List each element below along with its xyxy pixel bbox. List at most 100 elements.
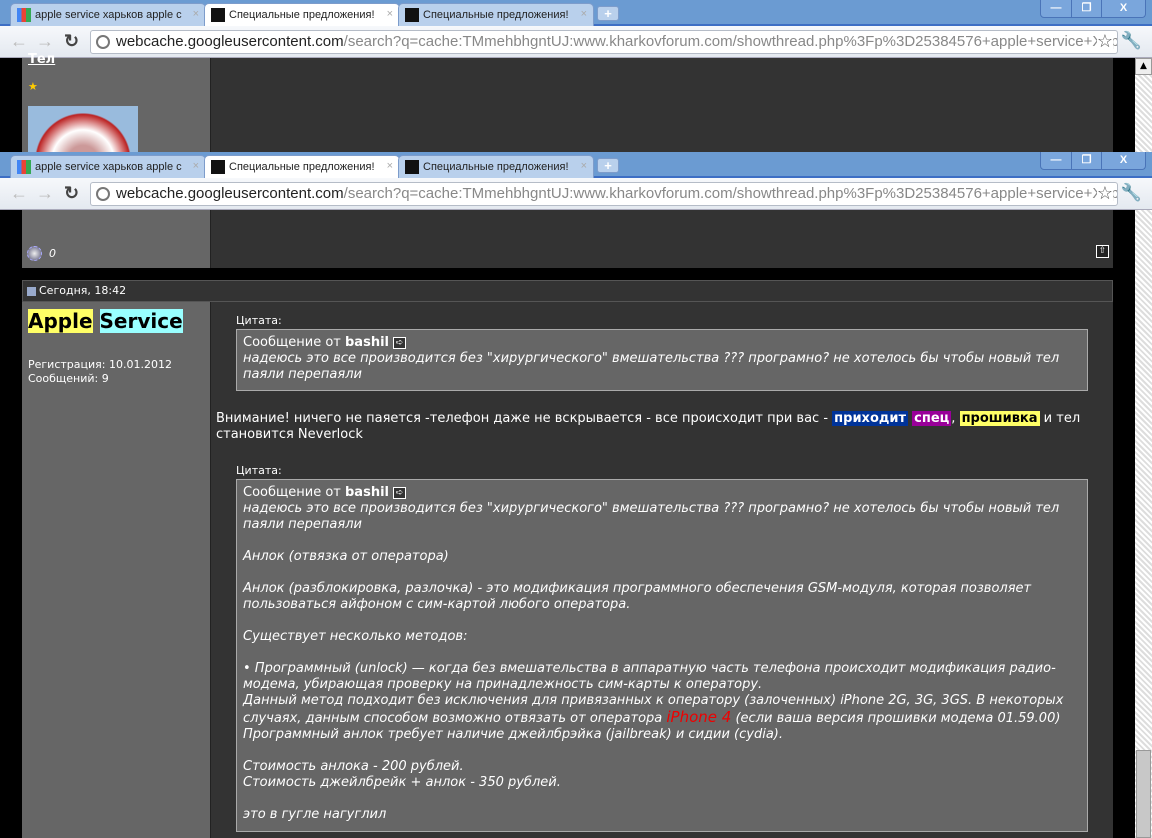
reload-button[interactable]: ↻ — [64, 31, 79, 52]
quote-text: это в гугле нагуглил — [243, 807, 387, 822]
quote-text: Стоимость анлока - 200 рублей. — [243, 759, 464, 774]
close-tab-icon[interactable]: × — [581, 8, 587, 20]
tab-title: apple service харьков apple с — [35, 9, 182, 21]
reply-text: Внимание! ничего не паяется -телефон даж… — [216, 411, 1096, 443]
tab-google[interactable]: apple service харьков apple с × — [10, 155, 206, 178]
scroll-up-button[interactable]: ▲ — [1135, 58, 1152, 75]
author-first: Apple — [28, 309, 93, 333]
star-icon: ★ — [28, 80, 38, 93]
quote-author[interactable]: bashil — [345, 485, 389, 500]
close-tab-icon[interactable]: × — [387, 8, 393, 20]
highlight-proshivka: прошивка — [959, 411, 1040, 426]
username[interactable]: Тел — [28, 52, 55, 67]
post-date-bar: Сегодня, 18:42 — [22, 280, 1113, 302]
bookmark-star-icon[interactable]: ☆ — [1096, 183, 1113, 204]
close-window-button[interactable]: X — [1101, 0, 1145, 17]
url-path: /search?q=cache:TMmehbhgntUJ:www.kharkov… — [343, 33, 1118, 50]
author-second: Service — [99, 309, 183, 333]
browser-window-back: apple service харьков apple с × Специальн… — [0, 0, 1152, 152]
tab-forum-active[interactable]: Специальные предложения! × — [204, 155, 400, 178]
quote-text: Анлок (разблокировка, разлочка) - это мо… — [243, 581, 1032, 612]
prev-post-user-column: 0 — [22, 210, 210, 268]
restore-button[interactable]: ❐ — [1071, 152, 1101, 169]
url-host: webcache.googleusercontent.com — [116, 185, 344, 202]
tab-forum-active[interactable]: Специальные предложения! × — [204, 3, 400, 26]
wrench-icon[interactable]: 🔧 — [1121, 183, 1142, 203]
quote-from-prefix: Сообщение от — [243, 335, 341, 350]
close-tab-icon[interactable]: × — [387, 160, 393, 172]
prev-post-content: ⇧ — [210, 210, 1113, 268]
quote-text: Программный анлок требует наличие джейлб… — [243, 727, 783, 742]
google-icon — [17, 160, 31, 174]
close-tab-icon[interactable]: × — [193, 160, 199, 172]
reply-text-part: , — [951, 411, 960, 426]
bookmark-star-icon[interactable]: ☆ — [1096, 31, 1113, 52]
scroll-top-icon[interactable]: ⇧ — [1096, 245, 1109, 258]
new-tab-button[interactable]: + — [597, 158, 619, 173]
quote-text: Данный метод подходит без исключения для… — [243, 693, 1081, 727]
quote-text: надеюсь это все производится без "хирург… — [243, 351, 1060, 366]
quote-text: паяли перепаяли — [243, 517, 362, 532]
back-button[interactable]: ← — [10, 31, 28, 52]
forum-icon — [405, 160, 419, 174]
new-tab-button[interactable]: + — [597, 6, 619, 21]
tab-title: apple service харьков apple с — [35, 161, 182, 173]
post-content — [210, 58, 1113, 152]
quote-text: паяли перепаяли — [243, 367, 362, 382]
toolbar: ← → ↻ webcache.googleusercontent.com/sea… — [0, 178, 1152, 210]
browser-window-front: apple service харьков apple с × Специальн… — [0, 152, 1152, 838]
close-window-button[interactable]: X — [1101, 152, 1145, 169]
scrollbar-thumb[interactable] — [1136, 750, 1151, 838]
address-bar[interactable]: webcache.googleusercontent.com/search?q=… — [90, 30, 1118, 54]
quote-box-long: Сообщение от bashil ➪ надеюсь это все пр… — [236, 479, 1088, 832]
tab-strip: apple service харьков apple с × Специальн… — [0, 0, 1152, 26]
forum-icon — [405, 8, 419, 22]
quote-text-part: (если ваша версия прошивки модема 01.59.… — [731, 711, 1061, 726]
quote-from-prefix: Сообщение от — [243, 485, 341, 500]
restore-button[interactable]: ❐ — [1071, 0, 1101, 17]
view-post-icon[interactable]: ➪ — [393, 486, 407, 499]
close-tab-icon[interactable]: × — [193, 8, 199, 20]
view-post-icon[interactable]: ➪ — [393, 336, 407, 349]
tab-forum[interactable]: Специальные предложения! × — [398, 3, 594, 26]
quote-text: Существует несколько методов: — [243, 629, 468, 644]
back-button[interactable]: ← — [10, 183, 28, 204]
reply-text-part: Внимание! ничего не паяется -телефон даж… — [216, 411, 833, 426]
post-author[interactable]: Apple Service — [28, 309, 183, 333]
reload-button[interactable]: ↻ — [64, 183, 79, 204]
minimize-button[interactable]: — — [1041, 152, 1071, 169]
toolbar: ← → ↻ webcache.googleusercontent.com/sea… — [0, 26, 1152, 58]
tab-strip: apple service харьков apple с × Специальн… — [0, 152, 1152, 178]
tab-title: Специальные предложения! — [423, 161, 569, 173]
highlight-prihodit: приходит — [832, 411, 909, 426]
quote-from: Сообщение от bashil ➪ — [243, 335, 1081, 351]
address-bar[interactable]: webcache.googleusercontent.com/search?q=… — [90, 182, 1118, 206]
quote-from: Сообщение от bashil ➪ — [243, 485, 1081, 501]
tab-title: Специальные предложения! — [423, 9, 569, 21]
tab-title: Специальные предложения! — [229, 9, 375, 21]
google-icon — [17, 8, 31, 22]
wrench-icon[interactable]: 🔧 — [1121, 31, 1142, 51]
minimize-button[interactable]: — — [1041, 0, 1071, 17]
forum-icon — [211, 160, 225, 174]
quote-label: Цитата: — [236, 464, 282, 477]
url-host: webcache.googleusercontent.com — [116, 33, 344, 50]
forum-icon — [211, 8, 225, 22]
user-info-column: Тел ★ — [22, 52, 210, 152]
tab-forum[interactable]: Специальные предложения! × — [398, 155, 594, 178]
forward-button[interactable]: → — [36, 31, 54, 52]
tab-google[interactable]: apple service харьков apple с × — [10, 3, 206, 26]
scrollbar[interactable] — [1135, 210, 1152, 838]
quote-text: Стоимость джейлбрейк + анлок - 350 рубле… — [243, 775, 561, 790]
registration-date: Регистрация: 10.01.2012 — [28, 358, 172, 371]
forward-button[interactable]: → — [36, 183, 54, 204]
highlight-spec: спец — [912, 411, 952, 426]
quote-text: • Программный (unlock) — когда без вмеша… — [243, 661, 1056, 692]
post-date: Сегодня, 18:42 — [39, 284, 127, 297]
globe-icon — [96, 187, 110, 201]
post-user-column: Apple Service Регистрация: 10.01.2012 Со… — [22, 302, 210, 838]
quote-box: Сообщение от bashil ➪ надеюсь это все пр… — [236, 329, 1088, 391]
message-count: Сообщений: 9 — [28, 372, 109, 385]
close-tab-icon[interactable]: × — [581, 160, 587, 172]
quote-author[interactable]: bashil — [345, 335, 389, 350]
